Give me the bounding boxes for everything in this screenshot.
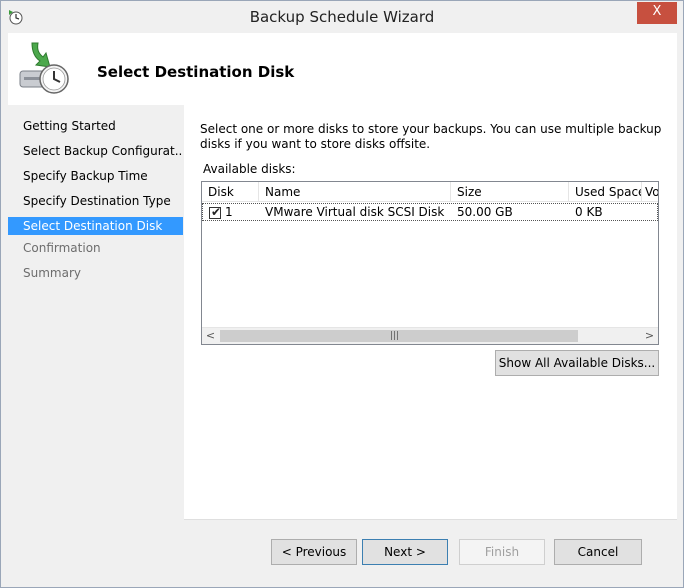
next-button[interactable]: Next > — [362, 539, 448, 565]
cell-used-space: 0 KB — [575, 205, 603, 219]
page-title: Select Destination Disk — [97, 63, 295, 81]
cell-disk-size: 50.00 GB — [457, 205, 513, 219]
list-header: Disk Name Size Used Space Vo — [202, 182, 658, 202]
instruction-text: Select one or more disks to store your b… — [200, 122, 662, 151]
scroll-right-icon[interactable]: > — [641, 328, 658, 344]
column-volumes[interactable]: Vo — [642, 182, 658, 202]
title-bar: Backup Schedule Wizard X — [1, 1, 683, 33]
wizard-header: Select Destination Disk — [8, 33, 677, 105]
horizontal-scrollbar[interactable]: < ||| > — [202, 327, 658, 344]
disk-list[interactable]: Disk Name Size Used Space Vo ✔ 1 VMware … — [201, 181, 659, 345]
backup-schedule-icon — [19, 42, 69, 94]
step-select-destination-disk[interactable]: Select Destination Disk — [8, 217, 183, 235]
table-row[interactable]: ✔ 1 VMware Virtual disk SCSI Disk D... 5… — [202, 203, 658, 221]
step-summary: Summary — [23, 266, 81, 280]
grip-icon: ||| — [390, 331, 400, 341]
step-specify-destination-type[interactable]: Specify Destination Type — [8, 192, 183, 210]
finish-button: Finish — [459, 539, 545, 565]
content-panel: Select one or more disks to store your b… — [184, 105, 677, 519]
step-specify-backup-time[interactable]: Specify Backup Time — [8, 167, 183, 185]
show-all-disks-button[interactable]: Show All Available Disks... — [495, 350, 659, 376]
scrollbar-thumb[interactable]: ||| — [220, 330, 578, 342]
close-button[interactable]: X — [637, 2, 677, 24]
cell-disk-name: VMware Virtual disk SCSI Disk D... — [265, 205, 449, 219]
cell-disk-number: 1 — [225, 205, 233, 219]
column-disk[interactable]: Disk — [202, 182, 259, 202]
step-confirmation: Confirmation — [23, 241, 101, 255]
wizard-steps-nav: Getting Started Select Backup Configurat… — [8, 105, 184, 581]
step-select-backup-configuration[interactable]: Select Backup Configurat... — [8, 142, 183, 160]
column-used-space[interactable]: Used Space — [569, 182, 642, 202]
window-title: Backup Schedule Wizard — [249, 8, 435, 26]
close-icon: X — [652, 4, 662, 19]
scroll-left-icon[interactable]: < — [202, 328, 219, 344]
column-size[interactable]: Size — [451, 182, 569, 202]
wizard-window: Backup Schedule Wizard X Select Destinat… — [0, 0, 684, 588]
previous-button[interactable]: < Previous — [271, 539, 357, 565]
column-name[interactable]: Name — [259, 182, 451, 202]
wizard-footer: < Previous Next > Finish Cancel — [184, 519, 677, 581]
available-disks-label: Available disks: — [203, 162, 296, 176]
cancel-button[interactable]: Cancel — [554, 539, 642, 565]
step-getting-started[interactable]: Getting Started — [8, 117, 183, 135]
